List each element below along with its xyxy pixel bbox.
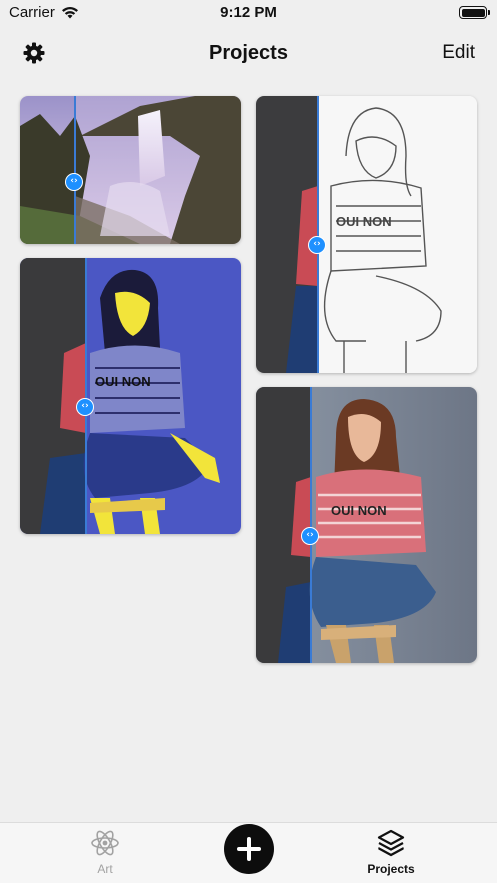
- portrait-thumbnail: OUI NON: [256, 387, 477, 663]
- page-title: Projects: [209, 42, 288, 64]
- compare-divider: [310, 387, 312, 663]
- add-project-button[interactable]: [224, 824, 274, 874]
- compare-divider: [317, 96, 319, 373]
- waterfall-thumbnail: [20, 96, 241, 244]
- tab-art-label: Art: [97, 862, 113, 876]
- project-card-portrait[interactable]: OUI NON ‹›: [256, 387, 477, 663]
- project-card-pencil-sketch[interactable]: OUI NON ‹›: [256, 96, 477, 373]
- chevron-left-right-icon[interactable]: ‹›: [76, 398, 94, 416]
- navigation-bar: Projects Edit: [0, 36, 497, 72]
- tab-projects[interactable]: Projects: [341, 827, 441, 879]
- battery-icon: [459, 6, 490, 19]
- svg-text:OUI NON: OUI NON: [95, 374, 151, 389]
- pencil-sketch-thumbnail: OUI NON: [256, 96, 477, 373]
- compare-divider: [85, 258, 87, 534]
- status-bar: Carrier 9:12 PM: [0, 0, 497, 28]
- edit-button[interactable]: Edit: [442, 42, 475, 64]
- tab-projects-label: Projects: [367, 862, 415, 876]
- project-card-waterfall[interactable]: ‹›: [20, 96, 241, 244]
- svg-text:OUI NON: OUI NON: [336, 214, 392, 229]
- chevron-left-right-icon[interactable]: ‹›: [65, 173, 83, 191]
- tab-art[interactable]: Art: [55, 827, 155, 879]
- svg-text:OUI NON: OUI NON: [331, 503, 387, 518]
- tab-bar: Art Projects: [0, 822, 497, 883]
- atom-icon: [91, 830, 119, 856]
- status-time: 9:12 PM: [220, 4, 277, 21]
- blue-paint-thumbnail: OUI NON: [20, 258, 241, 534]
- chevron-left-right-icon[interactable]: ‹›: [308, 236, 326, 254]
- layers-icon: [377, 829, 405, 857]
- compare-divider: [74, 96, 76, 244]
- project-card-blue-paint[interactable]: OUI NON ‹›: [20, 258, 241, 534]
- chevron-left-right-icon[interactable]: ‹›: [301, 527, 319, 545]
